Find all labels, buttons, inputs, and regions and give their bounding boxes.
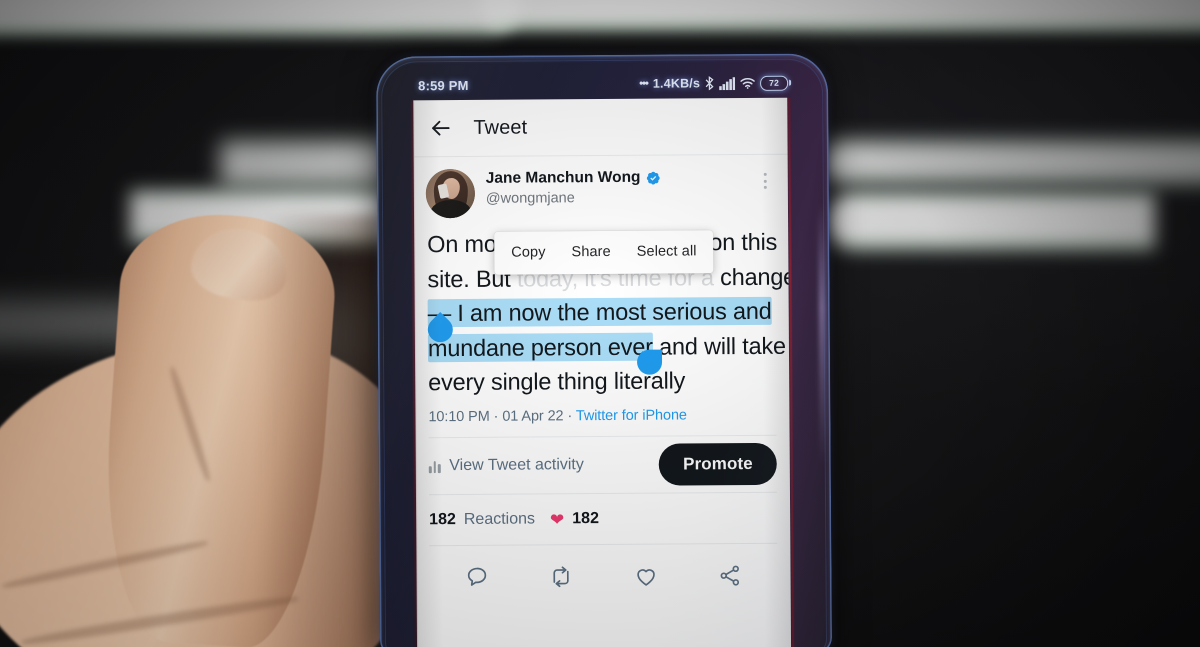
hand-shadow: [260, 215, 380, 647]
back-arrow-icon[interactable]: [429, 117, 451, 139]
status-bar-data-rate: 1.4KB/s: [652, 76, 701, 91]
author-handle[interactable]: @wongmjane: [486, 189, 745, 207]
share-icon[interactable]: [718, 563, 743, 588]
reply-icon[interactable]: [464, 565, 489, 590]
phone-screen: Tweet Jane Manchun Wong @wongmjane On mo…: [413, 97, 792, 647]
tweet-timestamp: 10:10 PM: [428, 408, 490, 425]
reactions-count: 182: [429, 511, 456, 529]
verified-badge-icon: [645, 170, 660, 185]
page-title: Tweet: [473, 116, 528, 139]
reactions-label: Reactions: [463, 510, 536, 528]
heart-reaction-count: 182: [572, 510, 600, 528]
bluetooth-icon: [705, 76, 714, 91]
tweet-text-selected: mundane person ever: [427, 332, 653, 362]
tweet-line: every single thing literally: [428, 363, 776, 400]
like-icon[interactable]: [633, 564, 658, 589]
tweet-text-run: change: [713, 263, 792, 290]
text-selection-context-menu[interactable]: Copy Share Select all: [494, 230, 714, 275]
app-bar: Tweet: [413, 98, 787, 157]
meta-separator: ·: [567, 407, 573, 424]
tweet-source-link[interactable]: Twitter for iPhone: [576, 407, 687, 424]
meta-separator: ·: [493, 408, 499, 425]
wifi-icon: [740, 77, 755, 89]
smartphone: 8:59 PM ••• 1.4KB/s 72 Tweet Jane Manchu…: [375, 53, 833, 647]
tweet-text-run: and will take: [652, 332, 786, 360]
avatar[interactable]: [425, 168, 476, 219]
selection-handle-right[interactable]: [636, 349, 663, 375]
tweet-author-row: Jane Manchun Wong @wongmjane: [414, 155, 788, 219]
battery-icon: 72: [760, 75, 789, 91]
tweet-line: — I am now the most serious and: [427, 294, 776, 331]
status-bar: 8:59 PM ••• 1.4KB/s 72: [396, 54, 808, 103]
data-activity-dots-icon: •••: [639, 77, 648, 90]
bezel-specular-highlight: [817, 203, 827, 464]
cellular-signal-icon: [719, 76, 736, 90]
heart-icon: ❤: [549, 509, 565, 529]
tweet-date: 01 Apr 22: [502, 407, 564, 425]
tweet-action-bar: [416, 543, 790, 598]
bar-chart-icon: [428, 459, 441, 473]
tweet-text-selected: — I am now the most serious and: [427, 296, 772, 328]
battery-percent-label: 72: [769, 77, 780, 88]
view-activity-button[interactable]: View Tweet activity: [428, 455, 584, 475]
view-activity-label: View Tweet activity: [449, 455, 584, 474]
context-menu-item-select-all[interactable]: Select all: [624, 233, 710, 270]
kebab-menu-icon[interactable]: [756, 167, 774, 189]
context-menu-item-share[interactable]: Share: [558, 234, 623, 271]
author-names: Jane Manchun Wong @wongmjane: [486, 167, 745, 207]
tweet-text[interactable]: On most days I'm the sillier on this sit…: [414, 216, 792, 400]
tweet-line: mundane person ever and will take: [427, 328, 786, 365]
photo-scene: 8:59 PM ••• 1.4KB/s 72 Tweet Jane Manchu…: [0, 0, 1200, 647]
promote-button[interactable]: Promote: [658, 442, 777, 486]
context-menu-item-copy[interactable]: Copy: [498, 234, 559, 271]
tweet-meta: 10:10 PM · 01 Apr 22 · Twitter for iPhon…: [415, 397, 789, 437]
avatar-body: [429, 199, 473, 219]
author-display-name[interactable]: Jane Manchun Wong: [486, 169, 641, 188]
tweet-activity-row: View Tweet activity Promote: [416, 435, 790, 494]
retweet-icon[interactable]: [549, 564, 574, 589]
reactions-row[interactable]: 182 Reactions ❤ 182: [416, 492, 790, 545]
status-bar-clock: 8:59 PM: [418, 77, 469, 93]
